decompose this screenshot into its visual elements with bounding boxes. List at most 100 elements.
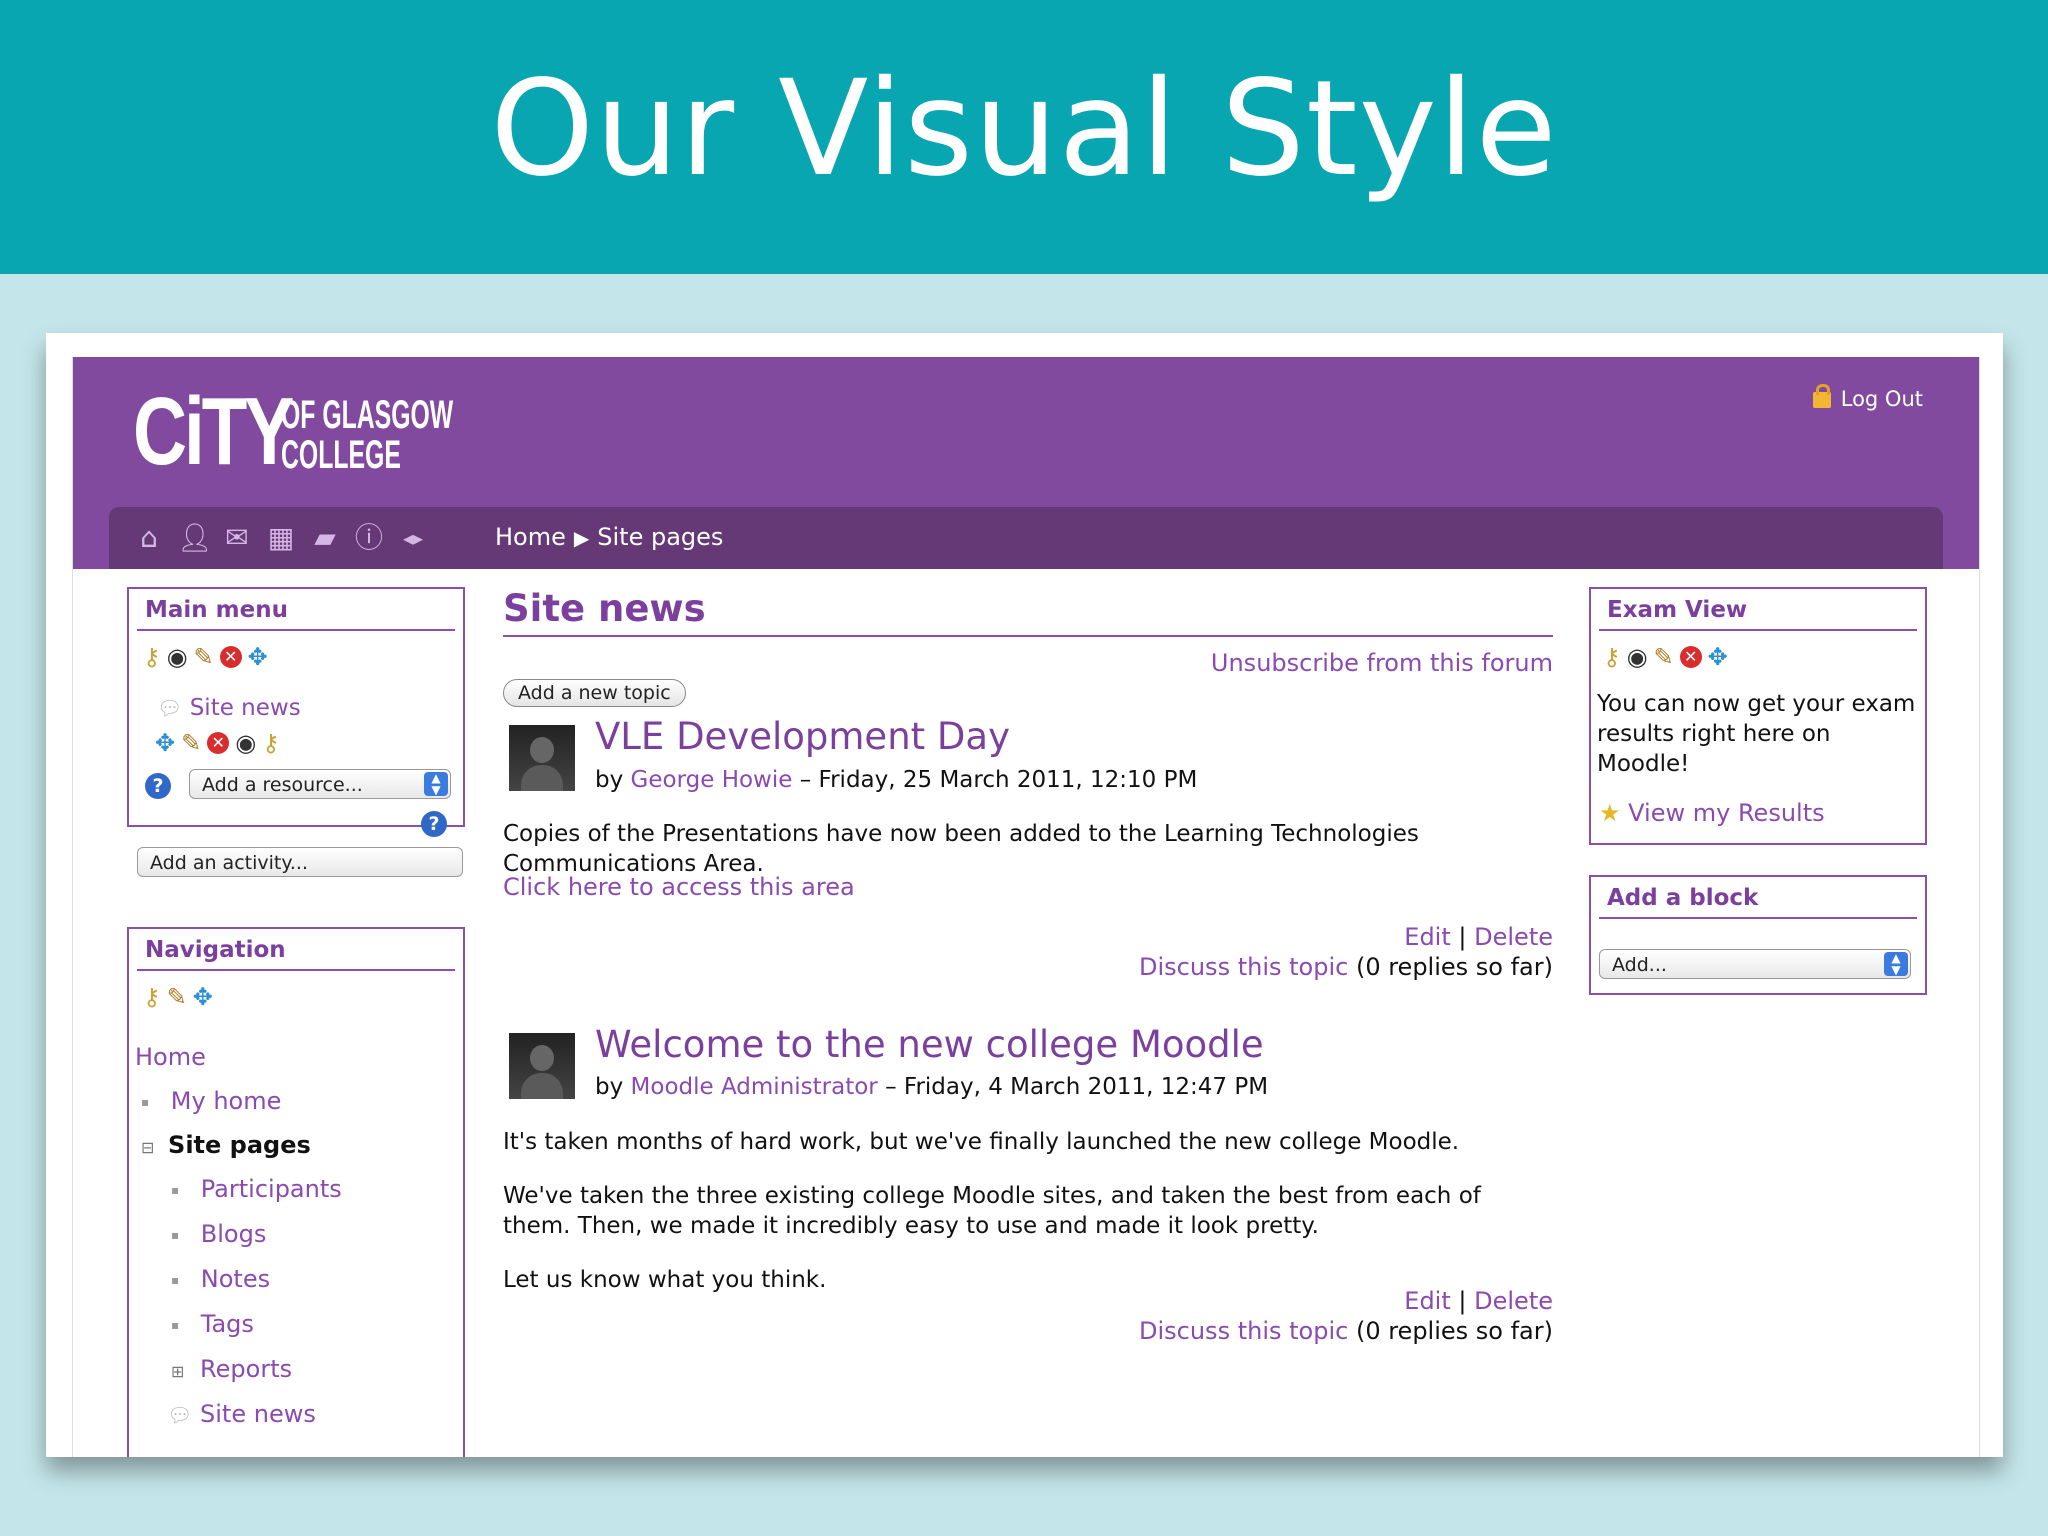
select-arrows-icon: ▲ ▼: [424, 772, 448, 796]
breadcrumb: Home ▶ Site pages: [495, 523, 723, 551]
pencil-icon[interactable]: ✎: [1654, 643, 1674, 671]
move-icon[interactable]: ✥: [1708, 643, 1728, 671]
nav-notes[interactable]: ▪ Notes: [171, 1265, 270, 1293]
main-menu-block: Main menu ⚷ ◉ ✎ ✕ ✥ 💬︎ Site news ✥ ✎ ✕ ◉…: [127, 587, 465, 837]
post-paragraph: We've taken the three existing college M…: [503, 1183, 1481, 1239]
navbar: ⌂ 👤︎ ✉ ▦ ▰ ⓘ ◂▸ Home ▶ Site pages: [109, 507, 1943, 569]
move-icon[interactable]: ✥: [155, 729, 175, 757]
folder-icon[interactable]: ▰: [309, 523, 341, 553]
expand-box-icon: ⊞: [171, 1362, 185, 1381]
logout-link[interactable]: Log Out: [1812, 384, 1923, 411]
unsubscribe-link[interactable]: Unsubscribe from this forum: [1211, 649, 1553, 677]
delete-link[interactable]: Delete: [1474, 1287, 1553, 1315]
delete-link[interactable]: Delete: [1474, 923, 1553, 951]
delete-icon[interactable]: ✕: [1679, 646, 1702, 668]
screenshot-frame: CiTY OF GLASGOW COLLEGE Log Out ⌂ 👤︎ ✉ ▦…: [46, 333, 2003, 1457]
nav-tags[interactable]: ▪ Tags: [171, 1310, 254, 1338]
heading-divider: [503, 635, 1553, 637]
author-link[interactable]: George Howie: [631, 767, 793, 793]
bullet-icon: ▪: [171, 1228, 180, 1242]
post-byline: by Moodle Administrator – Friday, 4 Marc…: [595, 1074, 1269, 1100]
logo-city: CiTY: [133, 378, 294, 485]
key-icon[interactable]: ⚷: [1603, 643, 1621, 671]
bullet-icon: ▪: [171, 1183, 180, 1197]
exam-view-edit-icons: ⚷ ◉ ✎ ✕ ✥: [1603, 643, 1728, 671]
speech-bubble-icon: 💬︎: [157, 696, 183, 720]
nav-reports[interactable]: ⊞ Reports: [171, 1355, 292, 1383]
add-block-title: Add a block: [1599, 877, 1917, 919]
pencil-icon[interactable]: ✎: [181, 729, 201, 757]
navbar-icons: ⌂ 👤︎ ✉ ▦ ▰ ⓘ ◂▸: [133, 523, 429, 553]
home-icon[interactable]: ⌂: [133, 523, 165, 553]
key-icon[interactable]: ⚷: [262, 729, 280, 757]
post-actions: Edit | Delete: [1404, 923, 1553, 951]
navigation-edit-icons: ⚷ ✎ ✥: [143, 983, 213, 1011]
add-block-select[interactable]: Add... ▲ ▼: [1599, 949, 1911, 979]
post-title[interactable]: VLE Development Day: [595, 715, 1010, 758]
key-icon[interactable]: ⚷: [143, 983, 161, 1011]
nav-blogs[interactable]: ▪ Blogs: [171, 1220, 266, 1248]
logo-glasgow: OF GLASGOW COLLEGE: [281, 393, 454, 477]
slide-header: Our Visual Style: [0, 0, 2048, 274]
add-block-block: Add a block Add... ▲ ▼: [1589, 875, 1927, 995]
access-area-link[interactable]: Click here to access this area: [503, 873, 855, 901]
view-results-link[interactable]: ★ View my Results: [1599, 799, 1825, 827]
star-icon: ★: [1599, 799, 1621, 827]
site-news-heading: Site news: [503, 587, 706, 630]
delete-icon[interactable]: ✕: [207, 732, 230, 754]
pencil-icon[interactable]: ✎: [167, 983, 187, 1011]
author-link[interactable]: Moodle Administrator: [631, 1074, 878, 1100]
bullet-icon: ▪: [171, 1318, 180, 1332]
speech-bubble-icon: 💬︎: [167, 1403, 193, 1427]
post-discuss: Discuss this topic (0 replies so far): [1139, 1317, 1553, 1345]
collapse-icon[interactable]: ◂▸: [397, 523, 429, 553]
exam-view-block: Exam View ⚷ ◉ ✎ ✕ ✥ You can now get your…: [1589, 587, 1927, 845]
breadcrumb-home[interactable]: Home: [495, 523, 566, 551]
discuss-link[interactable]: Discuss this topic: [1139, 953, 1348, 981]
add-topic-button[interactable]: Add a new topic: [503, 679, 686, 707]
bullet-icon: ▪: [171, 1273, 180, 1287]
nav-participants[interactable]: ▪ Participants: [171, 1175, 342, 1203]
pencil-icon[interactable]: ✎: [194, 643, 214, 671]
logout-label: Log Out: [1840, 387, 1923, 411]
help-icon[interactable]: ?: [421, 811, 447, 837]
edit-link[interactable]: Edit: [1404, 923, 1450, 951]
avatar: [509, 1033, 575, 1099]
add-resource-select[interactable]: Add a resource... ▲ ▼: [189, 769, 451, 799]
help-icon[interactable]: ?: [145, 773, 171, 799]
post-actions: Edit | Delete: [1404, 1287, 1553, 1315]
nav-my-home[interactable]: ▪ My home: [141, 1087, 281, 1115]
collapse-box-icon: ⊟: [141, 1138, 155, 1157]
discuss-link[interactable]: Discuss this topic: [1139, 1317, 1348, 1345]
moodle-page: CiTY OF GLASGOW COLLEGE Log Out ⌂ 👤︎ ✉ ▦…: [72, 357, 1980, 1457]
edit-link[interactable]: Edit: [1404, 1287, 1450, 1315]
navigation-title: Navigation: [137, 929, 455, 971]
add-activity-select[interactable]: Add an activity...: [137, 847, 463, 877]
exam-view-title: Exam View: [1599, 589, 1917, 631]
site-news-edit-icons: ✥ ✎ ✕ ◉ ⚷: [155, 729, 280, 757]
site-news-item[interactable]: 💬︎ Site news: [157, 695, 301, 721]
site-news-label: Site news: [189, 695, 301, 721]
delete-icon[interactable]: ✕: [219, 646, 242, 668]
key-icon[interactable]: ⚷: [143, 643, 161, 671]
exam-view-text: You can now get your exam results right …: [1597, 691, 1916, 777]
nav-home[interactable]: Home: [135, 1043, 206, 1071]
post-title[interactable]: Welcome to the new college Moodle: [595, 1023, 1264, 1066]
user-icon[interactable]: 👤︎: [177, 523, 213, 553]
lock-icon: [1812, 384, 1831, 408]
slide-title: Our Visual Style: [490, 52, 1558, 206]
navigation-block: Navigation ⚷ ✎ ✥ Home ▪ My home ⊟ Site p…: [127, 927, 465, 1457]
mail-icon[interactable]: ✉: [221, 523, 253, 553]
eye-icon[interactable]: ◉: [1627, 643, 1648, 671]
help-icon[interactable]: ⓘ: [353, 523, 385, 553]
breadcrumb-site-pages[interactable]: Site pages: [597, 523, 723, 551]
eye-icon[interactable]: ◉: [235, 729, 256, 757]
calendar-icon[interactable]: ▦: [265, 523, 297, 553]
move-icon[interactable]: ✥: [193, 983, 213, 1011]
move-icon[interactable]: ✥: [248, 643, 268, 671]
eye-icon[interactable]: ◉: [167, 643, 188, 671]
bullet-icon: ▪: [141, 1095, 150, 1109]
nav-site-news[interactable]: 💬︎ Site news: [167, 1400, 316, 1428]
avatar: [509, 725, 575, 791]
nav-site-pages[interactable]: ⊟ Site pages: [141, 1131, 311, 1159]
